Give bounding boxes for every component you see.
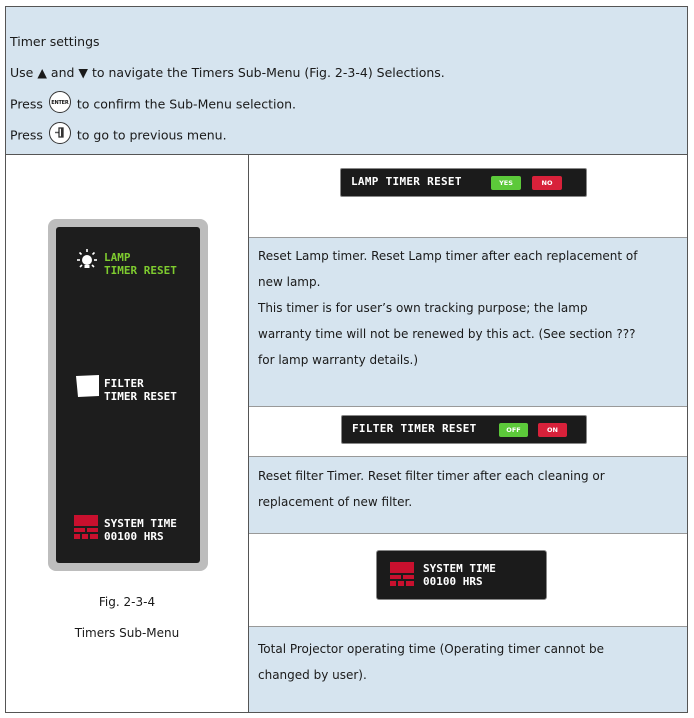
- system-time-menu-value: 00100 HRS: [104, 530, 164, 543]
- on-option: ON: [538, 423, 567, 437]
- figure-caption: Timers Sub-Menu: [74, 626, 180, 640]
- timer-settings-document: Timer settings Use ▲ and ▼ to navigate t…: [5, 6, 688, 713]
- system-time-osd: SYSTEM TIME 00100 HRS: [376, 550, 547, 600]
- filter-menu-sublabel[interactable]: TIMER RESET: [104, 390, 177, 403]
- row-divider: [249, 237, 687, 238]
- system-time-icon: [390, 562, 414, 586]
- row-divider: [249, 533, 687, 534]
- lamp-menu-sublabel[interactable]: TIMER RESET: [104, 264, 177, 277]
- system-time-osd-label: SYSTEM TIME: [423, 562, 496, 575]
- lamp-menu-label[interactable]: LAMP: [104, 251, 131, 264]
- off-option: OFF: [499, 423, 528, 437]
- no-option: NO: [532, 176, 562, 190]
- lamp-description: Reset Lamp timer. Reset Lamp timer after…: [258, 249, 638, 367]
- filter-description: Reset filter Timer. Reset filter timer a…: [258, 469, 605, 509]
- row-divider: [249, 626, 687, 627]
- system-time-osd-value: 00100 HRS: [423, 575, 483, 588]
- filter-menu-label[interactable]: FILTER: [104, 377, 144, 390]
- back-instruction: Press to go to previous menu.: [10, 122, 227, 147]
- yes-option: YES: [491, 176, 521, 190]
- row-divider: [249, 406, 687, 407]
- navigate-instruction: Use ▲ and ▼ to navigate the Timers Sub-M…: [10, 65, 445, 80]
- filter-icon: [76, 375, 99, 397]
- system-time-menu-icon: [74, 515, 98, 539]
- section-title: Timer settings: [10, 34, 100, 49]
- column-divider: [248, 155, 249, 712]
- system-time-menu-label[interactable]: SYSTEM TIME: [104, 517, 177, 530]
- lamp-timer-reset-osd: LAMP TIMER RESET YES NO: [340, 168, 587, 197]
- figure-label: Fig. 2-3-4: [98, 595, 156, 609]
- filter-osd-label: FILTER TIMER RESET: [352, 422, 477, 435]
- instruction-header: Timer settings Use ▲ and ▼ to navigate t…: [6, 7, 687, 155]
- row-divider: [249, 456, 687, 457]
- filter-timer-reset-osd: FILTER TIMER RESET OFF ON: [341, 415, 587, 444]
- timers-submenu-panel: LAMP TIMER RESET FILTER TIMER RESET SYST…: [48, 219, 208, 571]
- system-time-description: Total Projector operating time (Operatin…: [258, 642, 604, 682]
- back-key-icon: [48, 122, 71, 144]
- enter-key-icon: ENTER: [48, 91, 71, 113]
- timers-submenu-screen: LAMP TIMER RESET FILTER TIMER RESET SYST…: [56, 227, 200, 563]
- lamp-icon: [77, 249, 97, 268]
- lamp-osd-label: LAMP TIMER RESET: [351, 175, 462, 188]
- confirm-instruction: Press ENTER to confirm the Sub-Menu sele…: [10, 91, 296, 116]
